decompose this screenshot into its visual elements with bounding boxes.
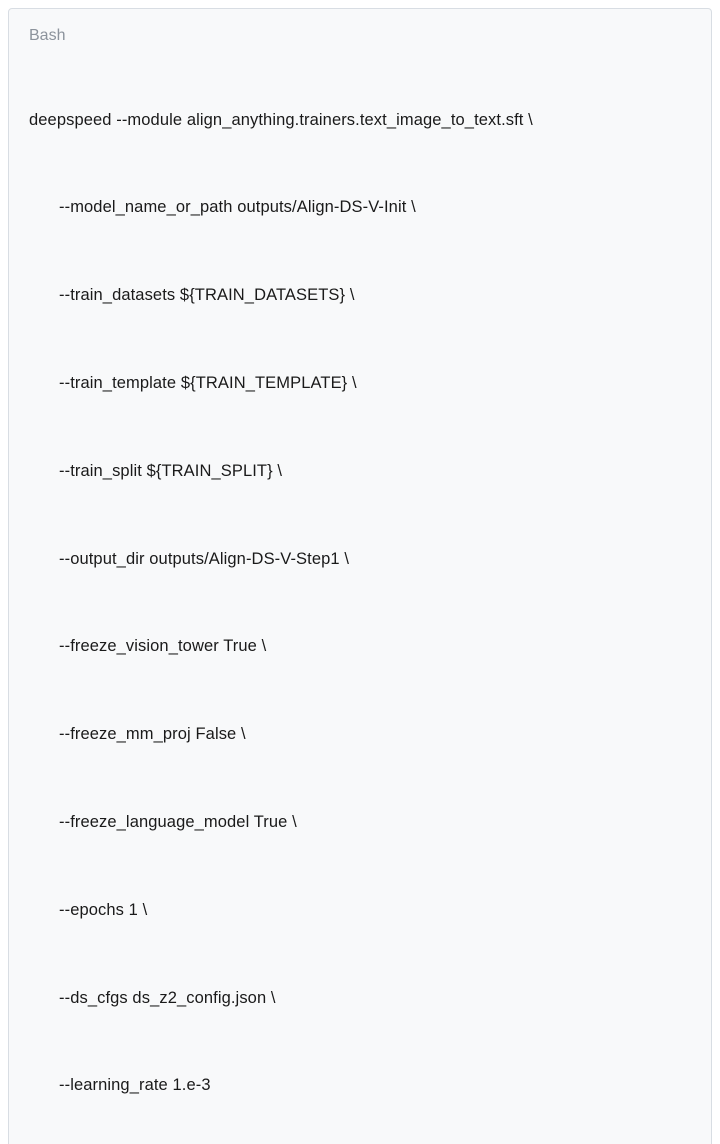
code-line: --freeze_language_model True \ bbox=[29, 811, 691, 834]
code-line: --train_template ${TRAIN_TEMPLATE} \ bbox=[29, 372, 691, 395]
code-line: --freeze_mm_proj False \ bbox=[29, 723, 691, 746]
code-line: deepspeed --module align_anything.traine… bbox=[29, 109, 691, 132]
code-block: Bash deepspeed --module align_anything.t… bbox=[8, 8, 712, 1144]
code-language-label: Bash bbox=[29, 27, 691, 45]
code-line: --model_name_or_path outputs/Align-DS-V-… bbox=[29, 196, 691, 219]
code-line: --train_split ${TRAIN_SPLIT} \ bbox=[29, 460, 691, 483]
code-content: deepspeed --module align_anything.traine… bbox=[29, 63, 691, 1143]
code-line: --epochs 1 \ bbox=[29, 899, 691, 922]
code-line: --freeze_vision_tower True \ bbox=[29, 635, 691, 658]
code-line: --learning_rate 1.e-3 bbox=[29, 1074, 691, 1097]
code-line: --train_datasets ${TRAIN_DATASETS} \ bbox=[29, 284, 691, 307]
code-line: --output_dir outputs/Align-DS-V-Step1 \ bbox=[29, 548, 691, 571]
code-line: --ds_cfgs ds_z2_config.json \ bbox=[29, 987, 691, 1010]
